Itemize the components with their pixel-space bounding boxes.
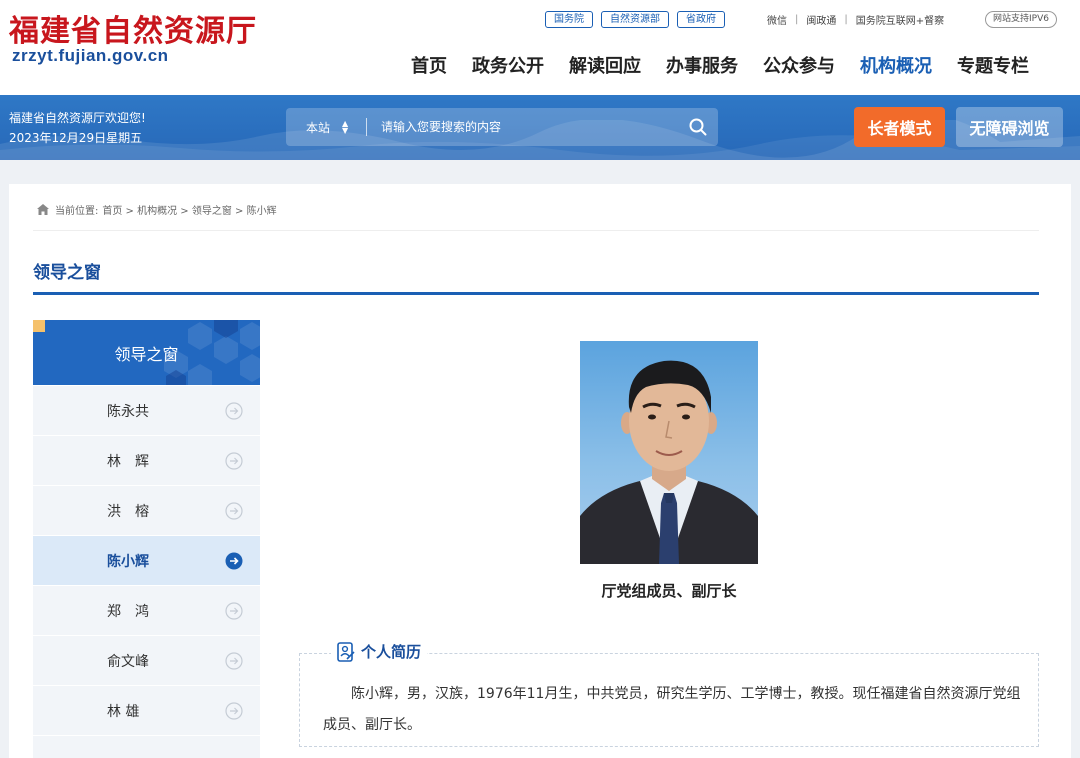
- leader-name: 林 辉: [107, 453, 149, 470]
- accessible-browse-button[interactable]: 无障碍浏览: [956, 107, 1063, 147]
- nav-participation[interactable]: 公众参与: [763, 52, 835, 78]
- arrow-right-circle-icon: [225, 501, 243, 520]
- leader-name: 林 雄: [107, 703, 140, 720]
- search-icon: [689, 118, 707, 136]
- divider: |: [795, 14, 799, 25]
- sidebar-title: 领导之窗: [114, 344, 179, 364]
- welcome-block: 福建省自然资源厅欢迎您! 2023年12月29日星期五: [9, 108, 146, 148]
- leader-name: 陈小辉: [107, 553, 149, 570]
- top-utility-links: 微信 | 闽政通 | 国务院互联网+督察: [767, 11, 944, 28]
- resume-text: 陈小辉，男，汉族，1976年11月生，中共党员，研究生学历、工学博士，教授。现任…: [323, 686, 1021, 733]
- link-province-gov[interactable]: 省政府: [677, 11, 725, 28]
- leader-list: 陈永共 林 辉 洪 榕 陈小辉 郑 鸿 俞文峰 林 雄: [33, 386, 260, 758]
- resume-heading: 个人简历: [331, 641, 428, 662]
- search-bar: 本站 ▲ ▼: [286, 108, 718, 146]
- arrow-right-circle-icon: [225, 701, 243, 720]
- nav-organization[interactable]: 机构概况: [860, 52, 932, 78]
- arrow-right-circle-icon: [225, 601, 243, 620]
- banner-bar: 福建省自然资源厅欢迎您! 2023年12月29日星期五 本站 ▲▼ 长者模式 无…: [0, 95, 1080, 160]
- welcome-text: 福建省自然资源厅欢迎您!: [9, 111, 146, 125]
- leader-item[interactable]: [33, 736, 260, 758]
- resume-heading-text: 个人简历: [361, 643, 422, 661]
- link-wechat[interactable]: 微信: [767, 12, 787, 27]
- content-panel: 当前位置: 首页 > 机构概况 > 领导之窗 > 陈小辉 领导之窗 领导之窗 陈…: [9, 184, 1071, 758]
- main-nav: 首页 政务公开 解读回应 办事服务 公众参与 机构概况 专题专栏: [411, 52, 1029, 78]
- leader-photo: [580, 341, 758, 564]
- search-scope-select[interactable]: 本站 ▲ ▼: [286, 119, 366, 136]
- nav-gov-affairs[interactable]: 政务公开: [472, 52, 544, 78]
- link-minzhengtong[interactable]: 闽政通: [806, 12, 836, 27]
- arrow-right-circle-icon: [225, 552, 243, 569]
- arrow-right-circle-icon: [225, 651, 243, 670]
- nav-topics[interactable]: 专题专栏: [957, 52, 1029, 78]
- leader-item[interactable]: 俞文峰: [33, 636, 260, 685]
- leader-name: 郑 鸿: [107, 603, 149, 620]
- leader-item-active[interactable]: 陈小辉: [33, 536, 260, 585]
- breadcrumb-path[interactable]: 首页 > 机构概况 > 领导之窗 > 陈小辉: [102, 202, 276, 217]
- ipv6-badge: 网站支持IPV6: [985, 11, 1057, 28]
- arrow-right-circle-icon: [225, 451, 243, 470]
- current-date: 2023年12月29日星期五: [9, 131, 143, 145]
- breadcrumb: 当前位置: 首页 > 机构概况 > 领导之窗 > 陈小辉: [37, 202, 277, 217]
- search-input[interactable]: [367, 120, 678, 134]
- link-state-council[interactable]: 国务院: [545, 11, 593, 28]
- site-header: 福建省自然资源厅 zrzyt.fujian.gov.cn 国务院 自然资源部 省…: [0, 0, 1080, 95]
- top-gov-links: 国务院 自然资源部 省政府: [545, 11, 725, 28]
- home-icon: [37, 204, 49, 215]
- resume-document-icon: [337, 641, 355, 662]
- link-ministry[interactable]: 自然资源部: [601, 11, 669, 28]
- leader-name: 洪 榕: [107, 503, 149, 520]
- divider: |: [844, 14, 848, 25]
- leader-item[interactable]: 郑 鸿: [33, 586, 260, 635]
- nav-interpretation[interactable]: 解读回应: [569, 52, 641, 78]
- leader-item[interactable]: 洪 榕: [33, 486, 260, 535]
- breadcrumb-divider: [33, 230, 1039, 231]
- section-title: 领导之窗: [33, 263, 101, 283]
- portrait-image: [580, 360, 758, 564]
- search-button[interactable]: [678, 108, 718, 146]
- breadcrumb-label: 当前位置:: [55, 206, 99, 217]
- elder-mode-button[interactable]: 长者模式: [854, 107, 945, 147]
- leader-item[interactable]: 林 辉: [33, 436, 260, 485]
- corner-accent: [33, 320, 45, 332]
- leader-item[interactable]: 林 雄: [33, 686, 260, 735]
- site-logo-url[interactable]: zrzyt.fujian.gov.cn: [12, 46, 169, 66]
- site-logo-title[interactable]: 福建省自然资源厅: [9, 6, 257, 50]
- arrow-right-circle-icon: [225, 401, 243, 420]
- leader-job-title: 厅党组成员、副厅长: [601, 582, 737, 600]
- nav-services[interactable]: 办事服务: [666, 52, 738, 78]
- leader-name: 陈永共: [107, 403, 149, 420]
- section-title-rule: [33, 292, 1039, 295]
- updown-arrow-icon: ▲ ▼: [342, 119, 349, 135]
- nav-home[interactable]: 首页: [411, 52, 447, 78]
- leader-sidebar: 领导之窗 陈永共 林 辉 洪 榕 陈小辉 郑 鸿 俞文峰 林 雄: [33, 320, 260, 758]
- sidebar-header: 领导之窗: [33, 320, 260, 385]
- search-scope-label: 本站: [306, 120, 331, 135]
- leader-name: 俞文峰: [107, 653, 149, 670]
- leader-item[interactable]: 陈永共: [33, 386, 260, 435]
- link-internet-inspection[interactable]: 国务院互联网+督察: [856, 12, 944, 27]
